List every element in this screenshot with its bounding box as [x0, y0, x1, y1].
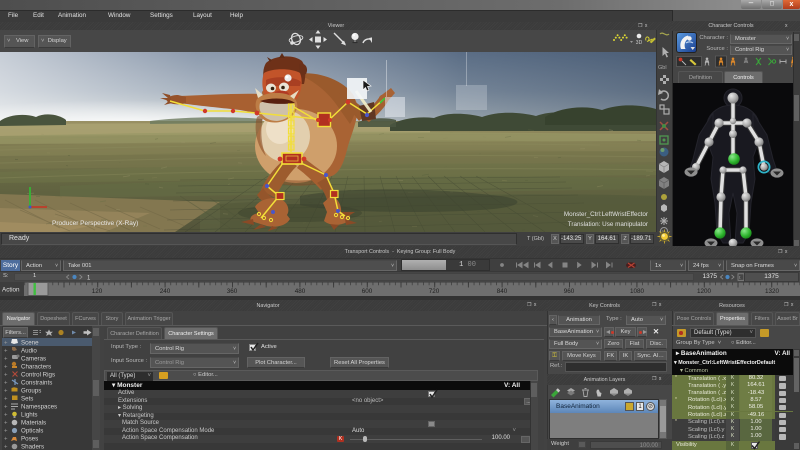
- svg-text:Action: Action: [2, 287, 20, 294]
- svg-text:Scene: Scene: [21, 340, 39, 347]
- svg-text:Namespaces: Namespaces: [21, 404, 57, 411]
- svg-text:1: 1: [87, 276, 91, 282]
- svg-text:240: 240: [160, 288, 171, 295]
- svg-text:Audio: Audio: [21, 348, 37, 355]
- svg-text:+: +: [4, 429, 8, 435]
- svg-text:+: +: [4, 341, 8, 347]
- svg-text:Producer Perspective (X-Ray): Producer Perspective (X-Ray): [52, 220, 138, 227]
- svg-text:Materials: Materials: [21, 420, 46, 427]
- svg-text:+: +: [4, 349, 8, 355]
- svg-text:360: 360: [227, 288, 238, 295]
- svg-text:Translation: Use manipulator: Translation: Use manipulator: [568, 221, 648, 228]
- svg-text:+: +: [4, 373, 8, 379]
- svg-text:1080: 1080: [630, 288, 645, 295]
- svg-text:840: 840: [497, 288, 508, 295]
- svg-text:+: +: [4, 357, 8, 363]
- svg-text:Cameras: Cameras: [21, 356, 46, 363]
- svg-text:1320: 1320: [765, 288, 780, 295]
- svg-text:+: +: [4, 421, 8, 427]
- svg-text:480: 480: [295, 288, 306, 295]
- svg-text:+: +: [4, 413, 8, 419]
- svg-text:Poses: Poses: [21, 436, 38, 443]
- svg-text:+: +: [4, 365, 8, 371]
- svg-text:720: 720: [429, 288, 440, 295]
- svg-text:Constraints: Constraints: [21, 380, 52, 387]
- svg-text:t: t: [739, 275, 741, 280]
- svg-text:600: 600: [362, 288, 373, 295]
- svg-text:Characters: Characters: [21, 364, 51, 371]
- svg-text:+: +: [4, 397, 8, 403]
- svg-text:3D: 3D: [636, 40, 643, 46]
- svg-text:Sets: Sets: [21, 396, 33, 403]
- svg-text:+: +: [4, 445, 8, 450]
- svg-text:960: 960: [564, 288, 575, 295]
- svg-text:120: 120: [92, 288, 103, 295]
- svg-text:1200: 1200: [697, 288, 712, 295]
- svg-text:Shaders: Shaders: [21, 444, 44, 450]
- svg-text:Control Rigs: Control Rigs: [21, 372, 55, 379]
- svg-text:+: +: [4, 437, 8, 443]
- svg-text:Gbl: Gbl: [658, 65, 667, 71]
- svg-text:+: +: [4, 405, 8, 411]
- svg-text:+: +: [4, 381, 8, 387]
- svg-text:Monster_Ctrl:LeftWristEffector: Monster_Ctrl:LeftWristEffector: [564, 211, 648, 218]
- svg-text:Opticals: Opticals: [21, 428, 43, 435]
- svg-text:Groups: Groups: [21, 388, 41, 395]
- svg-text:+: +: [4, 389, 8, 395]
- svg-text:Lights: Lights: [21, 412, 38, 419]
